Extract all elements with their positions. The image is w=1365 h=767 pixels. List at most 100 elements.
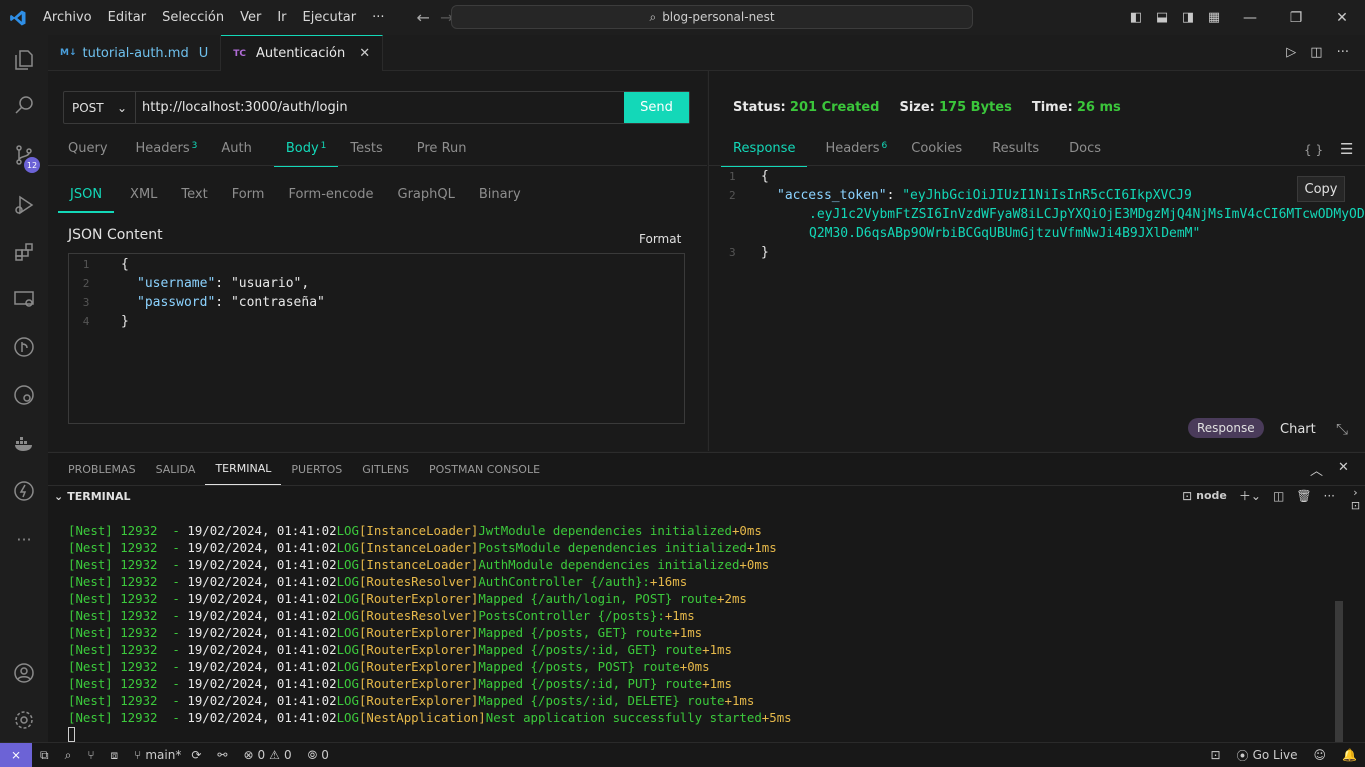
account-icon[interactable]: [0, 653, 48, 693]
menu-ejecutar[interactable]: Ejecutar: [295, 10, 365, 25]
tab-docs[interactable]: Docs: [1057, 141, 1113, 167]
body-type-json[interactable]: JSON: [58, 187, 115, 213]
settings-gear-icon[interactable]: [0, 700, 48, 740]
minimize-icon[interactable]: —: [1227, 10, 1273, 26]
branch-item[interactable]: ⑂ main* ⟳: [126, 748, 209, 762]
back-arrow-icon[interactable]: ←: [417, 8, 430, 27]
size-label: Size:: [899, 100, 935, 115]
view-chart-button[interactable]: Chart: [1280, 422, 1316, 437]
panel-tab-gitlens[interactable]: GITLENS: [352, 453, 419, 485]
more-actions-icon[interactable]: ···: [1324, 489, 1335, 503]
body-type-form[interactable]: Form: [220, 187, 277, 213]
restore-icon[interactable]: ❐: [1273, 10, 1319, 26]
tab-results[interactable]: Results: [980, 141, 1051, 167]
menu-ver[interactable]: Ver: [232, 10, 269, 25]
json-body-editor[interactable]: 1 { 2 "username" : "usuario", 3 "passwor…: [68, 253, 685, 424]
run-icon[interactable]: ▷: [1286, 45, 1296, 60]
tab-auth[interactable]: Auth: [209, 141, 263, 167]
copy-button[interactable]: Copy: [1297, 176, 1345, 202]
toggle-primary-sidebar-icon[interactable]: ◧: [1123, 10, 1149, 25]
tab-autenticacion[interactable]: TC Autenticación ✕: [221, 35, 384, 71]
terminal-instance-icon[interactable]: ⊡: [1346, 499, 1365, 512]
extensions-icon[interactable]: ⧈: [103, 748, 127, 763]
explorer-icon[interactable]: [0, 40, 48, 80]
terminal-output[interactable]: [Nest] 12932 - 19/02/2024, 01:41:02 LOG …: [68, 522, 792, 743]
copy-icon[interactable]: ⧉: [32, 748, 57, 763]
git-graph-status-icon[interactable]: ⚯: [209, 748, 235, 762]
more-views-icon[interactable]: ···: [0, 519, 48, 559]
search-icon[interactable]: [0, 85, 48, 125]
menu-editar[interactable]: Editar: [100, 10, 155, 25]
go-live-button[interactable]: ⦿ Go Live: [1229, 747, 1306, 764]
split-terminal-icon[interactable]: ◫: [1273, 489, 1284, 503]
kill-terminal-icon[interactable]: 🗑: [1296, 489, 1311, 503]
search-icon[interactable]: ⌕: [57, 748, 80, 763]
remote-explorer-icon[interactable]: [0, 279, 48, 319]
remote-indicator-icon[interactable]: ⨯: [0, 742, 32, 767]
tab-pre-run[interactable]: Pre Run: [405, 141, 479, 167]
source-control-icon[interactable]: 12: [0, 135, 48, 175]
tab-response[interactable]: Response: [721, 141, 808, 167]
thunder-client-icon[interactable]: [0, 471, 48, 511]
gitlens-icon[interactable]: [0, 375, 48, 415]
log-prefix: [Nest] 12932 -: [68, 557, 188, 572]
toggle-secondary-sidebar-icon[interactable]: ◨: [1175, 10, 1201, 25]
body-type-binary[interactable]: Binary: [467, 187, 533, 213]
maximize-panel-icon[interactable]: ︿: [1310, 460, 1323, 479]
problems-item[interactable]: ⊗ 0 ⚠ 0: [235, 748, 299, 762]
url-bar: POST ⌄ http://localhost:3000/auth/login …: [63, 91, 690, 124]
terminal-shell-name[interactable]: node: [1196, 489, 1227, 502]
menu-ir[interactable]: Ir: [269, 10, 294, 25]
terminal-status-icon[interactable]: ⊡: [1202, 748, 1228, 762]
tab-cookies[interactable]: Cookies: [899, 141, 974, 167]
split-editor-icon[interactable]: ◫: [1310, 45, 1322, 60]
ports-item[interactable]: ⦾ 0: [300, 748, 337, 763]
body-type-form-encode[interactable]: Form-encode: [276, 187, 385, 213]
send-button[interactable]: Send: [624, 92, 689, 123]
chevron-right-icon[interactable]: ›: [1346, 486, 1365, 499]
panel-tab-terminal[interactable]: TERMINAL: [205, 453, 282, 485]
braces-icon[interactable]: { }: [1304, 143, 1323, 157]
view-response-pill[interactable]: Response: [1188, 418, 1264, 438]
body-type-graphql[interactable]: GraphQL: [386, 187, 467, 213]
git-compare-icon[interactable]: ⑂: [79, 748, 102, 762]
tab-close-icon[interactable]: ✕: [359, 46, 370, 61]
menu-seleccion[interactable]: Selección: [154, 10, 232, 25]
url-input[interactable]: http://localhost:3000/auth/login: [136, 92, 624, 123]
customize-layout-icon[interactable]: ▦: [1201, 10, 1227, 25]
git-graph-icon[interactable]: [0, 327, 48, 367]
terminal-section-header[interactable]: ⌄ TERMINAL: [48, 485, 1365, 507]
panel-tab-postman-console[interactable]: POSTMAN CONSOLE: [419, 453, 550, 485]
body-type-text[interactable]: Text: [169, 187, 219, 213]
close-window-icon[interactable]: ✕: [1319, 10, 1365, 26]
method-select[interactable]: POST ⌄: [64, 92, 136, 123]
panel-tab-puertos[interactable]: PUERTOS: [281, 453, 352, 485]
menu-archivo[interactable]: Archivo: [35, 10, 100, 25]
notifications-bell-icon[interactable]: 🔔: [1334, 748, 1365, 762]
menu-lines-icon[interactable]: ☰: [1340, 140, 1353, 158]
body-type-xml[interactable]: XML: [118, 187, 169, 213]
tab-tutorial-auth[interactable]: M↓ tutorial-auth.md U: [48, 35, 222, 71]
copilot-icon[interactable]: ☺: [1306, 748, 1335, 762]
toggle-panel-icon[interactable]: ⬓: [1149, 10, 1175, 25]
panel-tab-problemas[interactable]: PROBLEMAS: [58, 453, 146, 485]
new-terminal-icon[interactable]: ＋⌄: [1239, 487, 1261, 504]
format-button[interactable]: Format: [639, 232, 681, 246]
command-center[interactable]: ⌕ blog-personal-nest: [451, 5, 973, 29]
close-panel-icon[interactable]: ✕: [1338, 460, 1349, 475]
terminal-line: [Nest] 12932 - 19/02/2024, 01:41:02 LOG …: [68, 692, 792, 709]
panel-tab-salida[interactable]: SALIDA: [146, 453, 206, 485]
tab-body[interactable]: Body 1: [273, 141, 339, 167]
tab-response-headers[interactable]: Headers 6: [813, 141, 899, 167]
tab-tests[interactable]: Tests: [338, 141, 394, 167]
run-debug-icon[interactable]: [0, 185, 48, 225]
terminal-scrollbar[interactable]: [1335, 601, 1343, 743]
tab-query[interactable]: Query: [56, 141, 120, 167]
more-actions-icon[interactable]: ···: [1337, 45, 1349, 60]
expand-icon[interactable]: ⤡: [1336, 420, 1348, 438]
tab-headers[interactable]: Headers 3: [124, 141, 210, 167]
docker-icon[interactable]: [0, 423, 48, 463]
log-duration: +0ms: [739, 557, 770, 572]
menu-more[interactable]: ···: [364, 10, 392, 25]
extensions-icon[interactable]: [0, 232, 48, 272]
